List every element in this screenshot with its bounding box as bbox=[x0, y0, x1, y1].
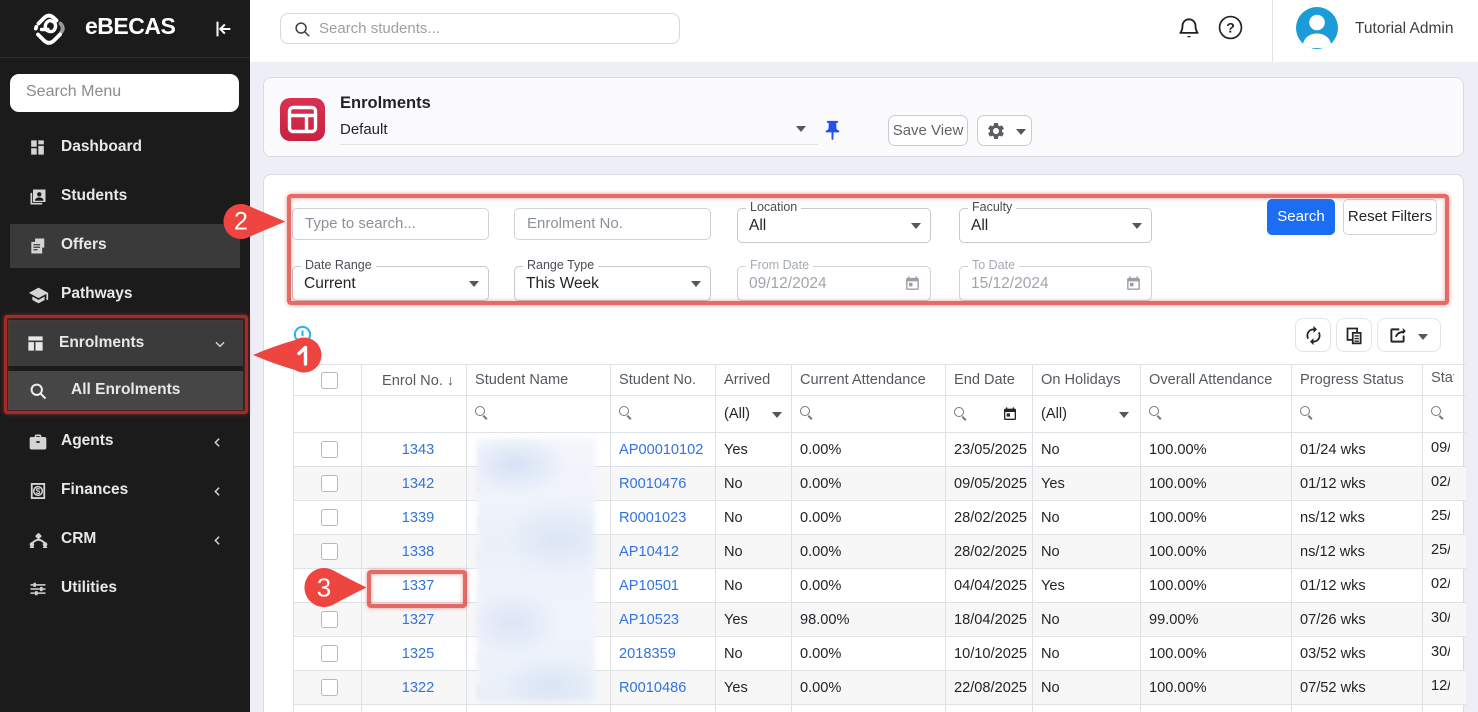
svg-text:$: $ bbox=[36, 486, 41, 496]
svg-text:3: 3 bbox=[317, 573, 331, 603]
svg-text:?: ? bbox=[1226, 19, 1235, 35]
svg-text:2: 2 bbox=[234, 208, 248, 236]
